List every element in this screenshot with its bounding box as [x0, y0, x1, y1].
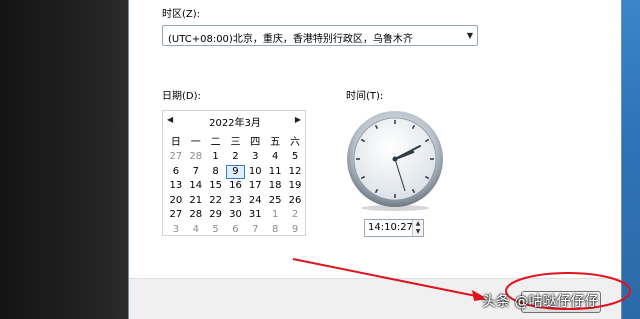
watermark-text: 头条 @咕哒仔仔仔 [482, 294, 599, 310]
annotation-arrow-line [292, 258, 477, 297]
red-annotation-overlay [292, 258, 631, 310]
